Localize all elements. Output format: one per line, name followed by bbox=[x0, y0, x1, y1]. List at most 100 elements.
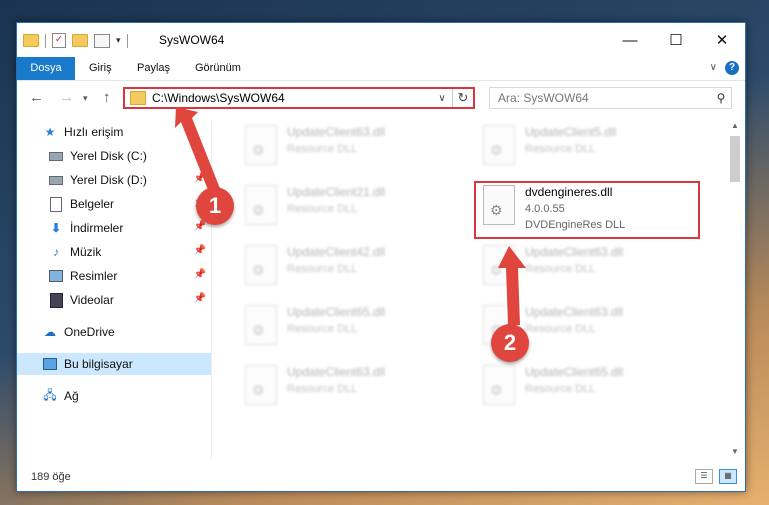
address-dropdown-chevron-icon[interactable]: ∨ bbox=[432, 93, 452, 104]
address-bar[interactable]: C:\Windows\SysWOW64 ∨ ↻ bbox=[123, 87, 475, 109]
dll-file-icon: ⚙ bbox=[483, 365, 515, 405]
maximize-button[interactable]: ☐ bbox=[653, 23, 699, 57]
sidebar-item-local-disk-d[interactable]: Yerel Disk (D:) 📌 bbox=[17, 169, 211, 191]
search-icon[interactable]: ⚲ bbox=[711, 91, 731, 105]
sidebar-item-label: Hızlı erişim bbox=[64, 125, 124, 139]
help-icon[interactable]: ? bbox=[725, 61, 739, 75]
file-item[interactable]: ⚙ UpdateClient63.dll Resource DLL bbox=[475, 239, 705, 295]
sidebar-item-label: Bu bilgisayar bbox=[64, 357, 133, 371]
up-arrow-icon[interactable]: ↑ bbox=[103, 89, 111, 106]
tiles-view-icon[interactable]: ▦ bbox=[719, 469, 737, 484]
file-name: UpdateClient65.dll bbox=[525, 365, 624, 379]
computer-icon bbox=[43, 357, 57, 371]
file-name: UpdateClient63.dll bbox=[525, 305, 624, 319]
step-2-badge: 2 bbox=[491, 324, 529, 362]
refresh-icon[interactable]: ↻ bbox=[452, 89, 473, 107]
tab-view[interactable]: Görünüm bbox=[195, 57, 241, 80]
sidebar-item-label: Videolar bbox=[70, 293, 114, 307]
pin-icon: 📌 bbox=[193, 173, 206, 184]
file-name: UpdateClient65.dll bbox=[287, 305, 386, 319]
sidebar-item-pictures[interactable]: Resimler 📌 bbox=[17, 265, 211, 287]
details-view-icon[interactable]: ☰ bbox=[695, 469, 713, 484]
tab-share[interactable]: Paylaş bbox=[137, 57, 170, 80]
file-item[interactable]: ⚙ UpdateClient21.dll Resource DLL bbox=[237, 179, 467, 235]
file-type: Resource DLL bbox=[525, 323, 596, 335]
music-icon: ♪ bbox=[53, 245, 59, 259]
file-type: Resource DLL bbox=[287, 263, 358, 275]
properties-icon[interactable] bbox=[94, 33, 110, 48]
folder-icon bbox=[130, 91, 146, 105]
sidebar-item-this-pc[interactable]: Bu bilgisayar bbox=[17, 353, 211, 375]
window-title: SysWOW64 bbox=[159, 33, 225, 47]
scroll-up-icon[interactable]: ▲ bbox=[727, 119, 743, 133]
file-type: Resource DLL bbox=[525, 263, 596, 275]
sidebar-item-label: Yerel Disk (C:) bbox=[70, 149, 147, 163]
address-path[interactable]: C:\Windows\SysWOW64 bbox=[152, 91, 432, 105]
scroll-down-icon[interactable]: ▼ bbox=[727, 445, 743, 459]
checklist-icon[interactable]: ✓ bbox=[52, 33, 66, 48]
file-type: Resource DLL bbox=[287, 383, 358, 395]
tab-file[interactable]: Dosya bbox=[17, 57, 75, 80]
search-box[interactable]: Ara: SysWOW64 ⚲ bbox=[489, 87, 732, 109]
step-1-badge: 1 bbox=[196, 187, 234, 225]
file-name: UpdateClient63.dll bbox=[287, 125, 386, 139]
expand-ribbon-chevron-icon[interactable]: ∨ bbox=[710, 62, 717, 73]
pin-icon: 📌 bbox=[193, 221, 206, 232]
sidebar-item-label: Yerel Disk (D:) bbox=[70, 173, 147, 187]
dll-file-icon: ⚙ bbox=[245, 125, 277, 165]
file-item[interactable]: ⚙ UpdateClient65.dll Resource DLL bbox=[475, 359, 705, 415]
sidebar-item-onedrive[interactable]: ☁ OneDrive bbox=[17, 321, 211, 343]
file-name: UpdateClient42.dll bbox=[287, 245, 386, 259]
star-icon: ★ bbox=[44, 125, 56, 139]
forward-arrow-icon[interactable]: → bbox=[59, 89, 74, 106]
pane-divider[interactable] bbox=[211, 119, 212, 459]
dll-file-icon: ⚙ bbox=[245, 185, 277, 225]
customize-toolbar-chevron-icon[interactable]: ▾ bbox=[116, 35, 121, 46]
pin-icon: 📌 bbox=[193, 293, 206, 304]
file-name: UpdateClient5.dll bbox=[525, 125, 617, 139]
minimize-button[interactable]: — bbox=[607, 23, 653, 57]
pictures-icon bbox=[49, 269, 63, 283]
folder-icon bbox=[23, 34, 39, 47]
drive-icon bbox=[49, 173, 63, 187]
file-list: ⚙ UpdateClient63.dll Resource DLL ⚙ Upda… bbox=[217, 119, 727, 459]
toolbar-divider bbox=[45, 33, 46, 48]
sidebar-item-quick-access[interactable]: ★ Hızlı erişim bbox=[17, 121, 211, 143]
new-folder-icon[interactable] bbox=[72, 34, 88, 47]
status-bar: 189 öğe ☰ ▦ bbox=[17, 465, 745, 491]
search-input[interactable]: Ara: SysWOW64 bbox=[490, 91, 711, 105]
network-icon: 🖧 bbox=[43, 387, 57, 402]
sidebar-item-local-disk-c[interactable]: Yerel Disk (C:) 📌 bbox=[17, 145, 211, 167]
file-name: UpdateClient63.dll bbox=[525, 245, 624, 259]
file-type: Resource DLL bbox=[287, 203, 358, 215]
pin-icon: 📌 bbox=[193, 269, 206, 280]
recent-locations-chevron-icon[interactable]: ▾ bbox=[83, 93, 88, 104]
file-type: Resource DLL bbox=[525, 143, 596, 155]
window-controls: — ☐ ✕ bbox=[607, 23, 745, 57]
scroll-thumb[interactable] bbox=[730, 136, 740, 182]
documents-icon bbox=[49, 196, 63, 212]
file-item[interactable]: ⚙ UpdateClient5.dll Resource DLL bbox=[475, 119, 705, 175]
sidebar-item-downloads[interactable]: ⬇ İndirmeler 📌 bbox=[17, 217, 211, 239]
file-item[interactable]: ⚙ UpdateClient42.dll Resource DLL bbox=[237, 239, 467, 295]
tab-home[interactable]: Giriş bbox=[89, 57, 112, 80]
navigation-pane: ★ Hızlı erişim Yerel Disk (C:) 📌 Yerel D… bbox=[17, 119, 211, 459]
explorer-window: ✓ ▾ SysWOW64 — ☐ ✕ Dosya Giriş Paylaş Gö… bbox=[16, 22, 746, 492]
sidebar-item-label: İndirmeler bbox=[70, 221, 124, 235]
close-button[interactable]: ✕ bbox=[699, 23, 745, 57]
title-bar: ✓ ▾ SysWOW64 — ☐ ✕ bbox=[17, 23, 745, 57]
back-arrow-icon[interactable]: ← bbox=[29, 89, 44, 106]
toolbar-divider bbox=[126, 33, 128, 48]
sidebar-item-network[interactable]: 🖧 Ağ bbox=[17, 385, 211, 407]
file-item[interactable]: ⚙ UpdateClient63.dll Resource DLL bbox=[237, 119, 467, 175]
file-type: Resource DLL bbox=[525, 383, 596, 395]
file-item[interactable]: ⚙ UpdateClient63.dll Resource DLL bbox=[237, 359, 467, 415]
vertical-scrollbar[interactable]: ▲ ▼ bbox=[727, 119, 743, 459]
sidebar-item-documents[interactable]: Belgeler 📌 bbox=[17, 193, 211, 215]
sidebar-item-music[interactable]: ♪ Müzik 📌 bbox=[17, 241, 211, 263]
sidebar-item-label: OneDrive bbox=[64, 325, 115, 339]
drive-icon bbox=[49, 149, 63, 163]
file-item[interactable]: ⚙ UpdateClient65.dll Resource DLL bbox=[237, 299, 467, 355]
pin-icon: 📌 bbox=[193, 149, 206, 160]
sidebar-item-videos[interactable]: Videolar 📌 bbox=[17, 289, 211, 311]
